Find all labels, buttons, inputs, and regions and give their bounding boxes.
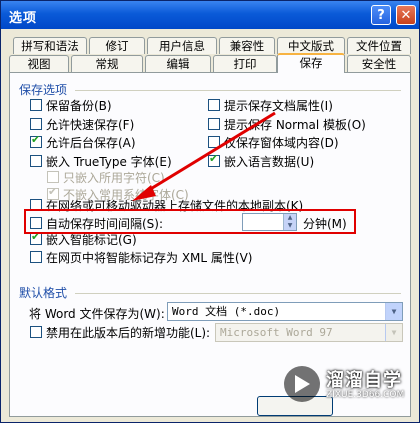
watermark: 溜溜自学 ZIXUE.3D66.COM xyxy=(284,364,412,408)
options-dialog: 选项 ? ✕ 拼写和语法 修订 用户信息 兼容性 中文版式 文件位置 视图 常规… xyxy=(0,0,420,423)
annotation-arrow xyxy=(132,111,276,201)
play-logo-icon xyxy=(284,366,320,402)
watermark-subtitle: ZIXUE.3D66.COM xyxy=(326,390,405,400)
tab-save[interactable]: 保存 xyxy=(277,53,345,73)
watermark-title: 溜溜自学 xyxy=(326,370,402,391)
arrow-shaft xyxy=(143,111,276,195)
